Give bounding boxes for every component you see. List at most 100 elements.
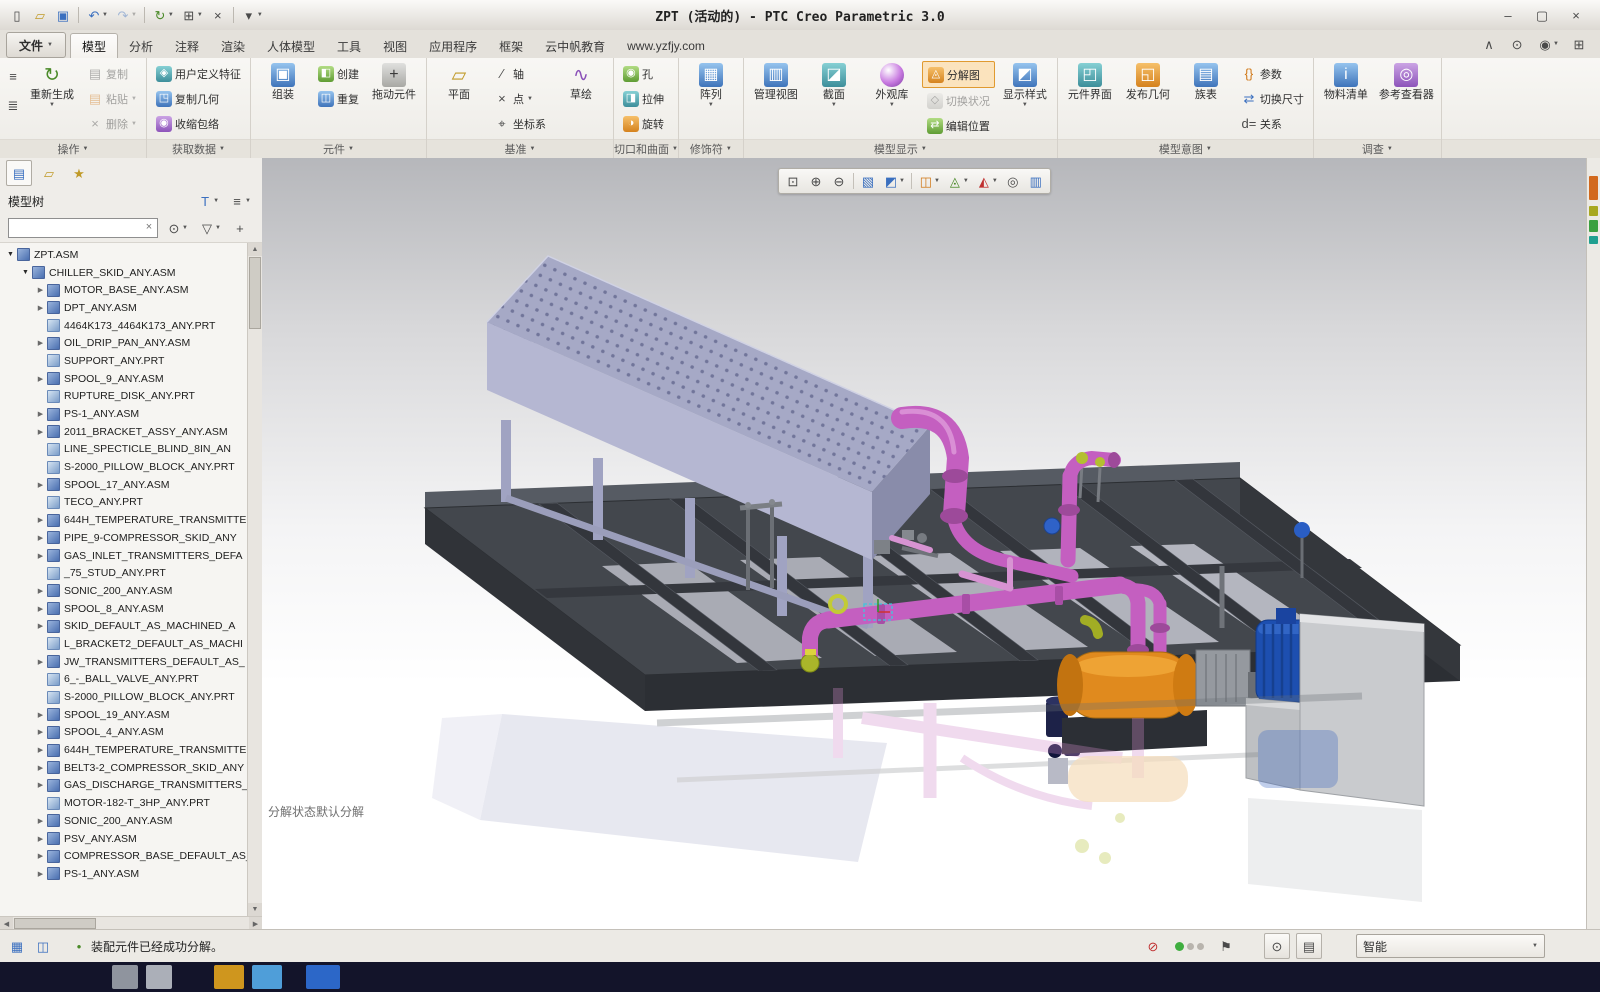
parameters-button[interactable]: {}参数 bbox=[1236, 61, 1309, 86]
tree-item[interactable]: ▶SKID_DEFAULT_AS_MACHINED_A bbox=[0, 617, 248, 635]
pattern-button[interactable]: ▦阵列▼ bbox=[683, 61, 739, 110]
tree-item[interactable]: ▶SONIC_200_ANY.ASM bbox=[0, 812, 248, 830]
tab-render[interactable]: 渲染 bbox=[210, 34, 256, 58]
relations-button[interactable]: d=关系 bbox=[1236, 111, 1309, 136]
os-taskbar[interactable] bbox=[0, 962, 1600, 992]
revolve-button[interactable]: ◑旋转 bbox=[618, 111, 669, 136]
manage-views-button[interactable]: ▥管理视图 bbox=[748, 61, 804, 104]
tab-applications[interactable]: 应用程序 bbox=[418, 34, 488, 58]
customize-quick-access-button[interactable]: ▾▼ bbox=[238, 4, 266, 26]
taskbar-item[interactable] bbox=[146, 965, 172, 989]
scrollbar-thumb[interactable] bbox=[249, 257, 261, 329]
ribbon-group-label-component[interactable]: 元件▼ bbox=[251, 139, 426, 158]
hole-button[interactable]: ◉孔 bbox=[618, 61, 669, 86]
tree-item[interactable]: ▶JW_TRANSMITTERS_DEFAULT_AS_ bbox=[0, 653, 248, 671]
repaint-button[interactable]: ▧ bbox=[857, 170, 879, 192]
file-menu-button[interactable]: 文件 ▼ bbox=[6, 32, 66, 58]
expand-arrow-icon[interactable]: ▶ bbox=[35, 728, 46, 736]
expand-arrow-icon[interactable]: ▶ bbox=[35, 605, 46, 613]
expand-arrow-icon[interactable]: ▶ bbox=[35, 817, 46, 825]
tree-item[interactable]: L_BRACKET2_DEFAULT_AS_MACHI bbox=[0, 635, 248, 653]
display-style-button[interactable]: ◩显示样式▼ bbox=[997, 61, 1053, 110]
graphics-area[interactable]: ⊡⊕⊖▧◩▼◫▼◬▼◭▼◎▥ 分解状态默认分解 bbox=[262, 158, 1587, 930]
sketch-button[interactable]: ∿草绘 bbox=[553, 61, 609, 104]
tree-item[interactable]: ▶PS-1_ANY.ASM bbox=[0, 865, 248, 883]
toggle-browser-button[interactable]: ◫ bbox=[31, 934, 55, 958]
find-in-tree-button[interactable]: ⊙▼ bbox=[163, 217, 191, 239]
favorites-button[interactable]: ★ bbox=[66, 160, 92, 186]
expand-arrow-icon[interactable]: ▶ bbox=[35, 481, 46, 489]
tree-item[interactable]: ▶SONIC_200_ANY.ASM bbox=[0, 582, 248, 600]
tab-model[interactable]: 模型 bbox=[70, 33, 118, 59]
datum-display-filters-button[interactable]: ◬▼ bbox=[944, 170, 972, 192]
assemble-button[interactable]: ▣组装 bbox=[255, 61, 311, 104]
tree-item[interactable]: RUPTURE_DISK_ANY.PRT bbox=[0, 388, 248, 406]
ribbon-group-label-cut-surface[interactable]: 切口和曲面▼ bbox=[614, 139, 678, 158]
feature-list-button[interactable]: ≣ bbox=[4, 92, 22, 119]
graphics-display-button[interactable]: ◉▼ bbox=[1534, 33, 1562, 55]
scroll-down-icon[interactable]: ▼ bbox=[248, 903, 262, 916]
expand-arrow-icon[interactable]: ▶ bbox=[35, 552, 46, 560]
scrollbar-thumb[interactable] bbox=[14, 918, 96, 929]
graphics-scrollbar[interactable] bbox=[1586, 158, 1600, 930]
find-command-button[interactable]: ⊙ bbox=[1506, 33, 1528, 55]
undo-button[interactable]: ↶▼ bbox=[83, 4, 111, 26]
spin-center-button[interactable]: ◎ bbox=[1002, 170, 1024, 192]
tab-manikin[interactable]: 人体模型 bbox=[256, 34, 326, 58]
taskbar-item[interactable] bbox=[112, 965, 138, 989]
annotation-display-button[interactable]: ◭▼ bbox=[973, 170, 1001, 192]
tab-view[interactable]: 视图 bbox=[372, 34, 418, 58]
restore-button[interactable]: ▢ bbox=[1526, 4, 1558, 26]
windows-button[interactable]: ⊞▼ bbox=[178, 4, 206, 26]
tree-item[interactable]: ▼CHILLER_SKID_ANY.ASM bbox=[0, 264, 248, 282]
toggle-navigator-button[interactable]: ▦ bbox=[5, 934, 29, 958]
expand-arrow-icon[interactable]: ▶ bbox=[35, 587, 46, 595]
tree-item[interactable]: ▼ZPT.ASM bbox=[0, 246, 248, 264]
shrinkwrap-button[interactable]: ◉收缩包络 bbox=[151, 111, 246, 136]
tree-item[interactable]: ▶MOTOR_BASE_ANY.ASM bbox=[0, 281, 248, 299]
taskbar-item[interactable] bbox=[214, 965, 244, 989]
repeat-button[interactable]: ◫重复 bbox=[313, 86, 364, 111]
tab-analysis[interactable]: 分析 bbox=[118, 34, 164, 58]
refit-button[interactable]: ⊡ bbox=[782, 170, 804, 192]
close-window-button[interactable]: × bbox=[207, 4, 229, 26]
expand-arrow-icon[interactable]: ▶ bbox=[35, 870, 46, 878]
tree-item[interactable]: ▶PIPE_9-COMPRESSOR_SKID_ANY bbox=[0, 529, 248, 547]
bom-button[interactable]: i物料清单 bbox=[1318, 61, 1374, 104]
copy-geometry-button[interactable]: ◳复制几何 bbox=[151, 86, 246, 111]
window-layout-button[interactable]: ⊞ bbox=[1568, 33, 1590, 55]
expand-arrow-icon[interactable]: ▶ bbox=[35, 711, 46, 719]
ribbon-group-label-model-display[interactable]: 模型显示▼ bbox=[744, 139, 1057, 158]
expand-arrow-icon[interactable]: ▶ bbox=[35, 339, 46, 347]
csys-button[interactable]: ⌖坐标系 bbox=[489, 111, 551, 136]
tree-item[interactable]: ▶SPOOL_8_ANY.ASM bbox=[0, 600, 248, 618]
ribbon-group-label-modifiers[interactable]: 修饰符▼ bbox=[679, 139, 743, 158]
tree-item[interactable]: S-2000_PILLOW_BLOCK_ANY.PRT bbox=[0, 458, 248, 476]
tree-item[interactable]: S-2000_PILLOW_BLOCK_ANY.PRT bbox=[0, 688, 248, 706]
expand-arrow-icon[interactable]: ▶ bbox=[35, 781, 46, 789]
expand-arrow-icon[interactable]: ▶ bbox=[35, 622, 46, 630]
flag-icon[interactable]: ⚑ bbox=[1214, 934, 1238, 958]
tree-settings-button[interactable]: ≡▼ bbox=[226, 190, 254, 212]
search-input[interactable] bbox=[9, 219, 157, 237]
tree-item[interactable]: ▶BELT3-2_COMPRESSOR_SKID_ANY bbox=[0, 759, 248, 777]
section-button[interactable]: ◪截面▼ bbox=[806, 61, 862, 110]
model-tree-tab-button[interactable]: ▤ bbox=[6, 160, 32, 186]
search-model-button[interactable]: ⊙ bbox=[1264, 933, 1290, 959]
tree-item[interactable]: ▶644H_TEMPERATURE_TRANSMITTE bbox=[0, 511, 248, 529]
extrude-button[interactable]: ◨拉伸 bbox=[618, 86, 669, 111]
expand-arrow-icon[interactable]: ▶ bbox=[35, 428, 46, 436]
expand-arrow-icon[interactable]: ▶ bbox=[35, 852, 46, 860]
tree-item[interactable]: ▶644H_TEMPERATURE_TRANSMITTE bbox=[0, 741, 248, 759]
taskbar-item[interactable] bbox=[306, 965, 340, 989]
tree-item[interactable]: ▶SPOOL_19_ANY.ASM bbox=[0, 706, 248, 724]
save-button[interactable]: ▣ bbox=[52, 4, 74, 26]
expand-arrow-icon[interactable]: ▶ bbox=[35, 516, 46, 524]
tree-item[interactable]: 4464K173_4464K173_ANY.PRT bbox=[0, 317, 248, 335]
expand-arrow-icon[interactable]: ▶ bbox=[35, 534, 46, 542]
tree-item[interactable]: _75_STUD_ANY.PRT bbox=[0, 564, 248, 582]
model-tree-vertical-scrollbar[interactable]: ▲ ▼ bbox=[247, 243, 262, 916]
tree-item[interactable]: ▶2011_BRACKET_ASSY_ANY.ASM bbox=[0, 423, 248, 441]
appearance-gallery-button[interactable]: 外观库▼ bbox=[864, 61, 920, 110]
ribbon-group-label-investigate[interactable]: 调查▼ bbox=[1314, 139, 1441, 158]
